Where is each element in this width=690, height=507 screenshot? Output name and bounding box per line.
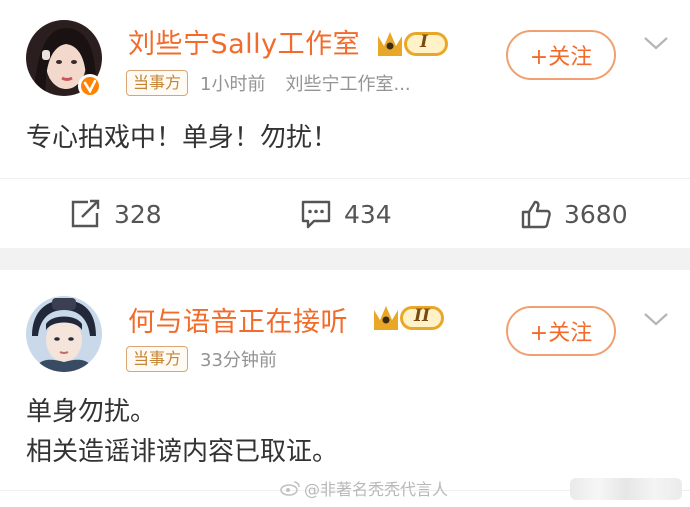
post-time: 1小时前	[200, 74, 266, 95]
follow-button[interactable]: +关注	[506, 306, 616, 356]
crown-badge-icon[interactable]: II	[370, 300, 448, 338]
post-card-1: 刘些宁Sally工作室 I 当事方 1小时前 刘些宁工作室... +关注 专心拍…	[0, 0, 690, 248]
crown-badge-icon[interactable]: I	[374, 26, 452, 64]
repost-icon	[71, 199, 100, 228]
follow-label: +关注	[529, 45, 593, 70]
post-meta: 当事方 1小时前 刘些宁工作室...	[126, 70, 411, 96]
action-bar: 328 434 3680	[0, 178, 690, 249]
feed-separator	[0, 248, 690, 270]
status-badge: 当事方	[126, 70, 189, 96]
post-text-line: 相关造谣诽谤内容已取证。	[26, 437, 339, 467]
post-meta: 当事方 33分钟前	[126, 346, 277, 372]
weibo-logo-icon	[280, 481, 300, 496]
post-content: 专心拍戏中！单身！勿扰！	[26, 118, 338, 158]
repost-count: 328	[114, 199, 162, 229]
watermark: @非著名秃秃代言人	[280, 476, 448, 500]
like-count: 3680	[564, 199, 628, 229]
blurred-content	[570, 478, 682, 500]
repost-button[interactable]: 328	[70, 199, 162, 229]
author-name[interactable]: 何与语音正在接听	[128, 300, 348, 339]
post-source[interactable]: 刘些宁工作室...	[285, 70, 410, 96]
comment-icon	[301, 200, 331, 229]
verified-icon	[78, 74, 102, 98]
post-text-line: 专心拍戏中！单身！勿扰！	[26, 123, 339, 153]
post-content: 单身勿扰。 相关造谣诽谤内容已取证。	[26, 392, 338, 472]
comment-button[interactable]: 434	[300, 199, 392, 229]
author-name[interactable]: 刘些宁Sally工作室	[128, 22, 360, 61]
post-time: 33分钟前	[200, 350, 277, 371]
comment-count: 434	[344, 199, 392, 229]
watermark-text: @非著名秃秃代言人	[304, 480, 449, 499]
post-text-line: 单身勿扰。	[26, 397, 157, 427]
chevron-down-icon[interactable]	[642, 34, 670, 56]
badge-level: II	[414, 306, 430, 326]
follow-button[interactable]: +关注	[506, 30, 616, 80]
status-badge: 当事方	[126, 346, 189, 372]
chevron-down-icon[interactable]	[642, 310, 670, 332]
like-button[interactable]: 3680	[520, 199, 628, 229]
badge-level: I	[420, 32, 428, 52]
like-icon	[521, 200, 551, 229]
post-card-2: 何与语音正在接听 II 当事方 33分钟前 +关注 单身勿扰。 相关造谣诽谤内容…	[0, 270, 690, 507]
follow-label: +关注	[529, 321, 593, 346]
avatar[interactable]	[26, 296, 102, 372]
